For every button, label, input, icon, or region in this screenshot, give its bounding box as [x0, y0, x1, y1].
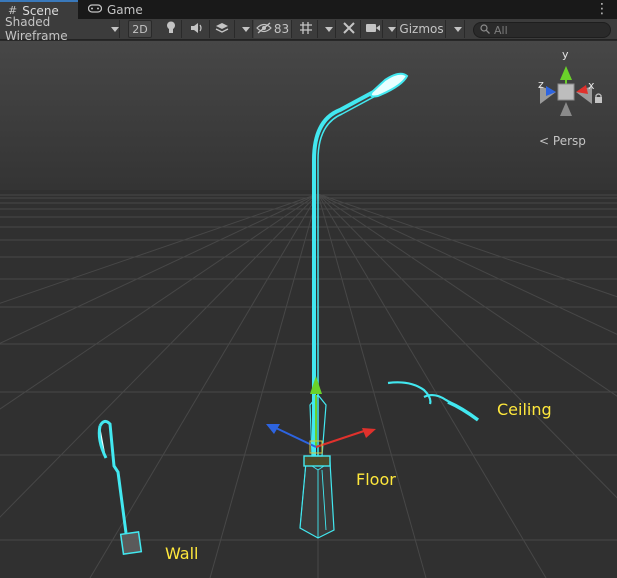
lightbulb-icon	[166, 21, 176, 37]
scene-viewport[interactable]: y x z < Persp Ceiling Floor Wall	[0, 41, 617, 578]
hidden-count: 83	[273, 22, 290, 36]
hidden-objects-toggle[interactable]: 83	[254, 20, 292, 38]
tab-game-label: Game	[107, 2, 143, 17]
orientation-y-label: y	[562, 48, 569, 61]
orientation-z-label: z	[538, 78, 544, 91]
layers-effects-icon	[215, 22, 229, 37]
gizmos-button[interactable]: Gizmos	[398, 20, 446, 38]
effects-toggle-button[interactable]	[210, 20, 235, 38]
lock-icon[interactable]	[594, 93, 603, 103]
ceiling-label: Ceiling	[497, 400, 552, 419]
tools-button[interactable]	[337, 20, 361, 38]
camera-dropdown[interactable]	[383, 20, 397, 38]
wall-label: Wall	[165, 544, 199, 563]
grid-toggle-button[interactable]	[294, 20, 318, 38]
floor-label: Floor	[356, 470, 396, 489]
search-icon	[480, 23, 490, 37]
search-input[interactable]	[494, 23, 604, 37]
eye-hidden-icon	[256, 22, 272, 37]
grid-icon	[299, 21, 313, 38]
chevron-left-icon: <	[539, 134, 550, 148]
shading-mode-dropdown[interactable]: Shaded Wireframe	[2, 15, 120, 43]
speaker-icon	[190, 22, 204, 37]
hierarchy-search-field[interactable]	[473, 22, 611, 38]
audio-toggle-button[interactable]	[185, 20, 210, 38]
shading-mode-label: Shaded Wireframe	[5, 15, 68, 43]
more-options-icon[interactable]: ⋮	[595, 1, 609, 17]
projection-label: Persp	[552, 134, 586, 148]
wrench-cross-icon	[342, 21, 356, 38]
sky-background	[0, 41, 617, 196]
gizmos-label: Gizmos	[399, 22, 444, 36]
2d-label: 2D	[132, 22, 148, 36]
scene-canvas[interactable]: y x z	[0, 41, 617, 578]
camera-icon	[365, 22, 381, 36]
grid-dropdown[interactable]	[318, 20, 336, 38]
projection-toggle[interactable]: < Persp	[539, 134, 586, 148]
orientation-x-label: x	[588, 79, 595, 92]
gizmos-dropdown[interactable]	[447, 20, 465, 38]
camera-button[interactable]	[363, 20, 383, 38]
2d-toggle-button[interactable]: 2D	[128, 20, 152, 38]
effects-dropdown[interactable]	[235, 20, 253, 38]
lighting-toggle-button[interactable]	[160, 20, 182, 38]
